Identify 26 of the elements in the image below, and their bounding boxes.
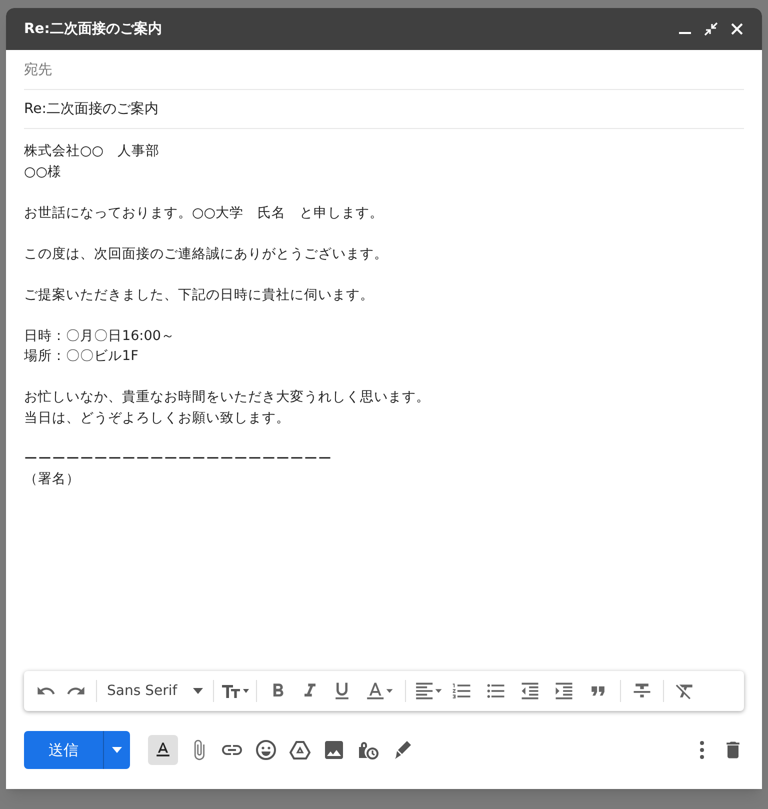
caret-icon	[112, 747, 122, 753]
body-text-line: この度は、次回面接のご連絡誠にありがとうございます。	[24, 244, 389, 264]
body-text-line: 場所：〇〇ビル1F	[24, 347, 140, 366]
body-text-line: （署名）	[24, 470, 81, 489]
body-text-line: 日時：〇月〇日16:00～	[24, 326, 176, 346]
body-text-line: 株式会社○○ 人事部	[24, 142, 161, 161]
body-text-line: ご提案いただきました、下記の日時に貴社に伺います。	[24, 286, 375, 304]
emoji-icon[interactable]	[254, 738, 278, 762]
recipient-field[interactable]: 宛先	[24, 50, 744, 90]
image-icon[interactable]	[322, 738, 346, 762]
font-dropdown[interactable]: Sans Serif	[103, 680, 208, 702]
indent-more-icon[interactable]	[553, 680, 576, 702]
body-text-line: 当日は、どうぞよろしくお願い致します。	[24, 408, 291, 428]
caret-icon	[193, 688, 204, 694]
body-text-line: お忙しいなか、貴重なお時間をいただき大変うれしく思います。	[24, 388, 431, 407]
indent-less-icon[interactable]	[519, 680, 542, 702]
subject-field[interactable]: Re:二次面接のご案内	[24, 90, 744, 129]
send-button[interactable]: 送信	[24, 731, 104, 769]
formatting-toggle-button[interactable]	[148, 735, 178, 765]
window-title: Re:二次面接のご案内	[24, 20, 162, 38]
collapse-icon[interactable]	[704, 22, 718, 36]
triangle-icon[interactable]	[288, 738, 312, 762]
close-icon[interactable]	[730, 22, 744, 36]
body-text-line: お世話になっております。○○大学 氏名 と申します。	[24, 204, 385, 222]
body-text-line: ーーーーーーーーーーーーーーーーーーーーーー	[24, 450, 333, 468]
body-text-line: ○○様	[24, 162, 63, 182]
